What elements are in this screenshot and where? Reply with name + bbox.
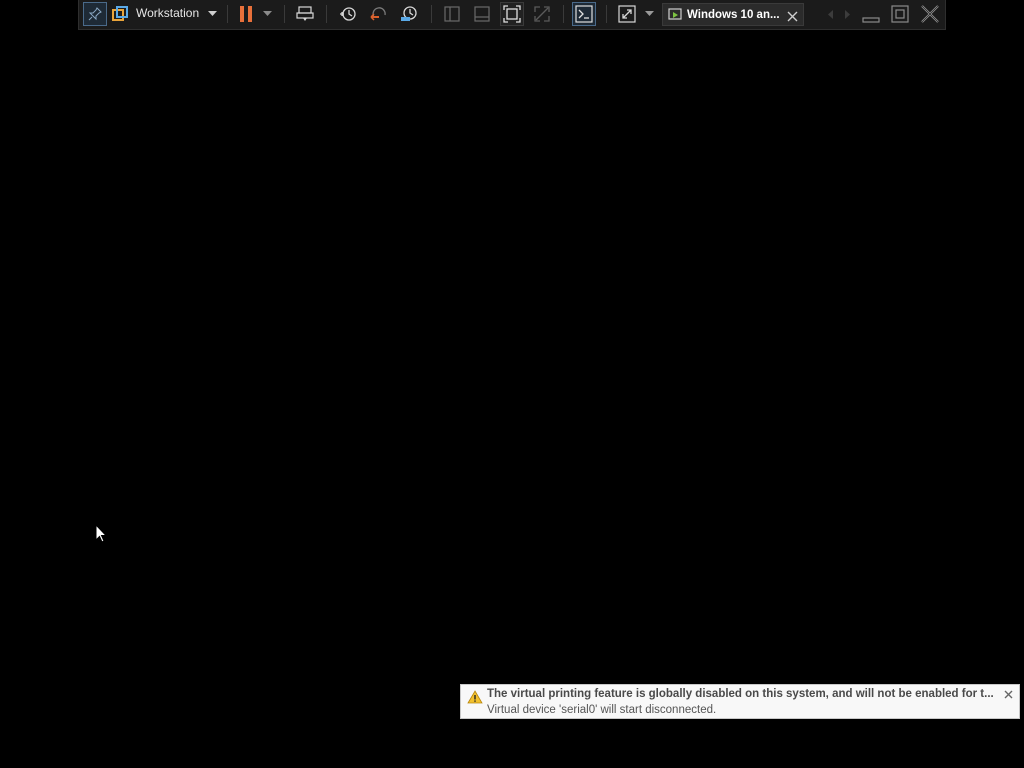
thumbnail-bar-icon	[474, 6, 490, 22]
chevron-down-icon	[262, 11, 272, 17]
snapshot-take-icon	[339, 5, 357, 23]
pin-icon	[88, 7, 102, 21]
notification-title: The virtual printing feature is globally…	[487, 688, 994, 700]
library-panel-icon	[444, 6, 460, 22]
snapshot-revert-icon	[370, 5, 388, 23]
vmware-logo-icon	[112, 6, 128, 22]
show-library-button[interactable]	[441, 2, 463, 26]
chevron-down-icon	[644, 11, 654, 17]
toolbar-separator	[326, 5, 327, 23]
close-icon	[920, 4, 940, 24]
console-view-button[interactable]	[572, 2, 596, 26]
minimize-icon	[862, 5, 880, 23]
product-label[interactable]: Workstation	[136, 6, 199, 20]
minimize-button[interactable]	[860, 2, 882, 26]
previous-tab-button[interactable]	[825, 2, 837, 26]
chevron-down-icon	[207, 11, 217, 17]
unity-icon	[533, 5, 551, 23]
close-icon[interactable]	[787, 9, 798, 27]
vm-tab[interactable]: Windows 10 an...	[662, 3, 804, 26]
pause-button[interactable]	[235, 2, 257, 26]
send-keys-icon	[296, 6, 314, 22]
toolbar-separator	[606, 5, 607, 23]
toolbar-separator	[563, 5, 564, 23]
send-ctrl-alt-del-button[interactable]	[294, 2, 316, 26]
fullscreen-toolbar: Workstation Windows 10 an...	[78, 0, 946, 30]
product-menu-button[interactable]	[110, 2, 130, 26]
exit-fullscreen-button[interactable]	[919, 2, 941, 26]
notification-body: Virtual device 'serial0' will start disc…	[487, 704, 717, 716]
product-dropdown-button[interactable]	[205, 2, 219, 26]
unity-button[interactable]	[531, 2, 553, 26]
revert-snapshot-button[interactable]	[368, 2, 390, 26]
show-thumbnail-bar-button[interactable]	[471, 2, 493, 26]
snapshot-manager-button[interactable]	[398, 2, 420, 26]
pin-toolbar-button[interactable]	[83, 2, 107, 26]
power-dropdown-button[interactable]	[260, 2, 274, 26]
snapshot-manager-icon	[400, 5, 418, 23]
toolbar-separator	[227, 5, 228, 23]
pause-icon	[239, 5, 253, 23]
vm-running-icon	[668, 8, 683, 27]
full-screen-button[interactable]	[500, 2, 524, 26]
next-tab-button[interactable]	[841, 2, 853, 26]
toolbar-separator	[284, 5, 285, 23]
stretch-guest-button[interactable]	[616, 2, 638, 26]
restore-button[interactable]	[889, 2, 911, 26]
restore-icon	[891, 5, 909, 23]
take-snapshot-button[interactable]	[337, 2, 359, 26]
chevron-right-icon	[844, 9, 850, 19]
vm-tab-label: Windows 10 an...	[687, 9, 780, 21]
mouse-pointer-icon	[95, 523, 108, 543]
stretch-guest-icon	[618, 5, 636, 23]
toolbar-separator	[431, 5, 432, 23]
chevron-left-icon	[828, 9, 834, 19]
stretch-dropdown-button[interactable]	[642, 2, 656, 26]
fullscreen-icon	[503, 5, 521, 23]
vm-display[interactable]: Workstation Windows 10 an... The virtual…	[0, 0, 1024, 768]
close-icon[interactable]	[1001, 687, 1015, 701]
notification-bar: The virtual printing feature is globally…	[460, 684, 1020, 719]
console-icon	[575, 5, 593, 23]
warning-icon	[467, 690, 483, 704]
